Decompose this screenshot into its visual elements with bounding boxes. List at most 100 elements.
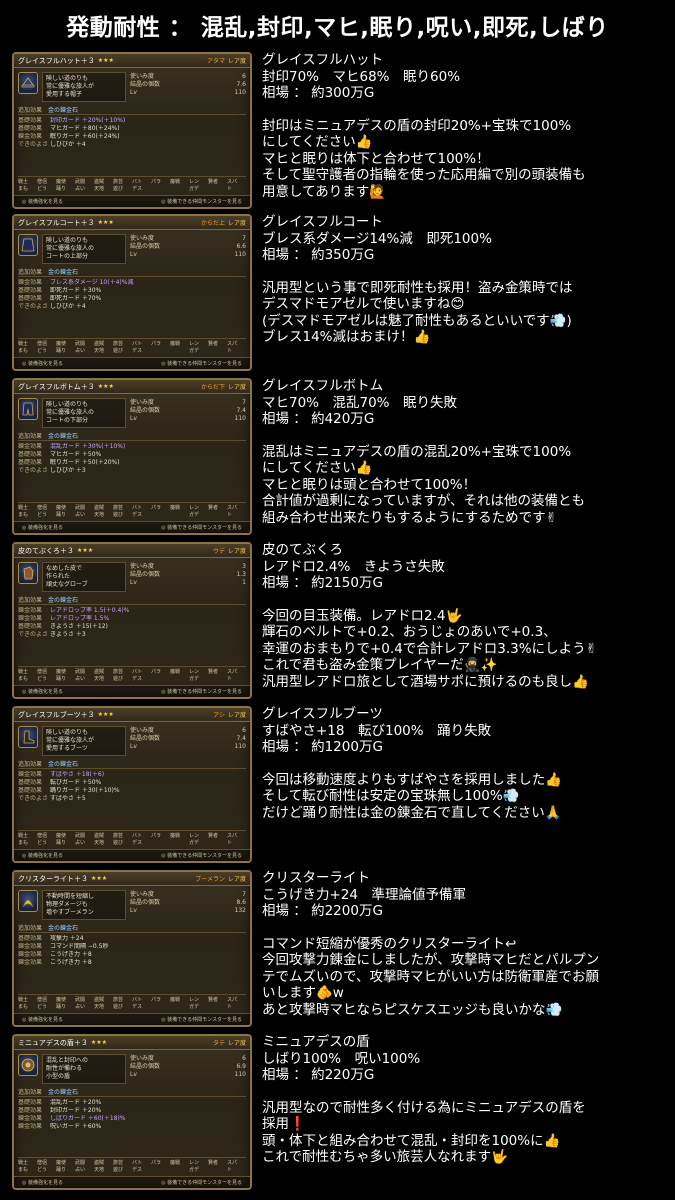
view-monsters-button[interactable]: ◎ 装備できる仲間モンスターを見る	[161, 524, 242, 531]
stat-label: 結晶の個数	[130, 81, 161, 88]
item-stats: 使いみ度 6 結晶の個数 6.9 Lv 110	[130, 1054, 246, 1084]
job-label: 遊び	[113, 1167, 124, 1173]
view-monsters-button[interactable]: ◎ 装備できる仲間モンスターを見る	[161, 852, 242, 859]
effect-value: 転びガード ＋50%	[50, 779, 102, 786]
job-label: バト	[132, 179, 143, 185]
rarity-stars: ★★★	[97, 219, 114, 226]
effect-value: 即死ガード ＋30%	[50, 287, 102, 294]
commentary-line: 相場 ： 約1200万G	[262, 739, 383, 755]
description-line: 耐性が備わる	[46, 1065, 83, 1072]
job-label: バト	[132, 669, 143, 675]
view-monsters-button[interactable]: ◎ 装備できる仲間モンスターを見る	[161, 198, 242, 205]
effect-value: レアドロップ率 1.5%	[50, 615, 110, 622]
item-info: 険しい道のりも 常に優雅な旅人の コートの上部分 使いみ度 7 結晶の個数 6.6 Lv 110	[14, 230, 250, 264]
commentary-line: これで君も盗み金策プレイヤーだ🥷✨	[262, 657, 498, 673]
view-monsters-button[interactable]: ◎ 装備できる仲間モンスターを見る	[161, 688, 242, 695]
effect-value: きようさ ＋3	[50, 631, 86, 638]
commentary-line: グレイスフルボトム	[262, 378, 384, 394]
item-effects: 基礎効果 混乱ガード ＋20% 基礎効果 封印ガード ＋20% 錬金効果 しばりガード ＋…	[18, 1099, 246, 1131]
job-label: スパ	[227, 341, 238, 347]
job-label: 旅芸	[113, 179, 124, 185]
job-label: 踊り	[56, 1004, 67, 1010]
job-label: 盗賊	[94, 833, 105, 839]
job-label: 僧侶	[37, 669, 48, 675]
commentary-line: デスマドモアゼルで使いますね😊	[262, 296, 465, 312]
job-label: スパ	[227, 179, 238, 185]
view-upgrade-button[interactable]: ◎ 装備強化を見る	[22, 1016, 63, 1023]
commentary-line: にしてください👍	[262, 134, 373, 150]
commentary-line: ブレス14%減はおまけ！👍	[262, 329, 431, 345]
item-detail-panel: 皮のてぶくろ＋３ ★★★ ウデ レア度 なめした皮で 作られた 頑丈なグローブ 使いみ度 3 結晶…	[12, 542, 252, 699]
view-upgrade-button[interactable]: ◎ 装備強化を見る	[22, 852, 63, 859]
panel-footer: ◎ 装備強化を見る ◎ 装備できる仲間モンスターを見る	[14, 357, 250, 369]
commentary-line: いします🫵w	[262, 985, 344, 1001]
description-line: 作られた	[46, 573, 71, 580]
rarity-label: レア度	[227, 220, 246, 227]
job-label: どう	[37, 512, 48, 518]
job-label: 武闘	[75, 179, 86, 185]
stat-row: 使いみ度 6	[130, 1055, 246, 1063]
stat-row: Lv 110	[130, 251, 246, 259]
item-effects: 錬金効果 レアドロップ率 1.5(＋0.4)% 錬金効果 レアドロップ率 1.5% 基礎…	[18, 607, 246, 639]
stat-value: 132	[234, 907, 246, 914]
commentary-line: そして聖守護者の指輪を使った応用編で別の頭装備も	[262, 167, 586, 183]
effect-value: コマンド間隔 −0.5秒	[50, 943, 109, 950]
job-label: 賢者	[208, 341, 219, 347]
item-icon	[18, 234, 38, 256]
view-upgrade-button[interactable]: ◎ 装備強化を見る	[22, 1179, 63, 1186]
stat-row: Lv 1	[130, 579, 246, 587]
effect-value: しひびか ＋4	[50, 141, 86, 148]
effect-row: 基礎効果 踊りガード ＋30(＋10)%	[18, 787, 246, 795]
job-label: 占い	[75, 840, 86, 846]
effect-label: 錬金効果	[18, 443, 43, 450]
stat-label: 結晶の個数	[130, 1063, 161, 1070]
view-upgrade-button[interactable]: ◎ 装備強化を見る	[22, 198, 63, 205]
item-info: 不動時間を短縮し 物理ダメージも 増やすブーメラン 使いみ度 7 結晶の個数 8.6 Lv 13…	[14, 886, 250, 920]
panel-footer: ◎ 装備強化を見る ◎ 装備できる仲間モンスターを見る	[14, 521, 250, 533]
effect-value: 混乱ガード ＋20%	[50, 1099, 102, 1106]
effect-row: できのよさ すばやさ ＋5	[18, 795, 246, 803]
item-description: 険しい道のりも 常に優雅な旅人が 愛用するブーツ	[42, 726, 126, 756]
job-grid: 戦士 僧侶 魔使 武闘 盗賊 旅芸 バト パラ 魔戦 レン 賢者 スパ まも どう 踊り 占い 天地 遊び デス ガデ…	[18, 830, 246, 847]
job-grid: 戦士 僧侶 魔使 武闘 盗賊 旅芸 バト パラ 魔戦 レン 賢者 スパ まも どう 踊り 占い 天地 遊び デス ガデ…	[18, 994, 246, 1011]
page-title: 発動耐性 ： 混乱,封印,マヒ,眠り,呪い,即死,しばり	[0, 0, 675, 50]
job-label: バト	[132, 833, 143, 839]
job-label: 戦士	[18, 669, 29, 675]
commentary-line: 頭・体下と組み合わせて混乱・封印を100%に👍	[262, 1132, 561, 1149]
effect-label: 基礎効果	[18, 935, 43, 942]
effect-row: 基礎効果 混乱ガード ＋20%	[18, 1099, 246, 1107]
slot-row: 追加効果 金の錬金石	[18, 923, 246, 933]
panel-footer: ◎ 装備強化を見る ◎ 装備できる仲間モンスターを見る	[14, 849, 250, 861]
item-description: 険しい道のりも 常に優雅な旅人の コートの上部分	[42, 234, 126, 264]
commentary-line: これで耐性むちゃ多い旅芸人なれます🤟	[262, 1149, 508, 1165]
job-label: 踊り	[56, 840, 67, 846]
view-monsters-button[interactable]: ◎ 装備できる仲間モンスターを見る	[161, 1179, 242, 1186]
stat-row: Lv 132	[130, 907, 246, 915]
stat-value: 110	[234, 89, 246, 96]
view-upgrade-button[interactable]: ◎ 装備強化を見る	[22, 524, 63, 531]
view-monsters-button[interactable]: ◎ 装備できる仲間モンスターを見る	[161, 1016, 242, 1023]
panel-footer: ◎ 装備強化を見る ◎ 装備できる仲間モンスターを見る	[14, 685, 250, 697]
item-titlebar: グレイスフルブーツ＋３ ★★★ アシ レア度	[14, 708, 250, 722]
stat-label: 使いみ度	[130, 563, 155, 570]
view-upgrade-button[interactable]: ◎ 装備強化を見る	[22, 360, 63, 367]
stat-row: 結晶の個数 7.6	[130, 81, 246, 89]
stat-label: Lv	[130, 579, 137, 586]
effect-value: 呪いガード ＋60%	[50, 1123, 102, 1130]
item-name: クリスターライト＋３	[18, 874, 88, 883]
view-monsters-button[interactable]: ◎ 装備できる仲間モンスターを見る	[161, 360, 242, 367]
job-label: 僧侶	[37, 179, 48, 185]
view-upgrade-button[interactable]: ◎ 装備強化を見る	[22, 688, 63, 695]
commentary-line: 相場 ： 約2150万G	[262, 575, 383, 591]
job-grid: 戦士 僧侶 魔使 武闘 盗賊 旅芸 バト パラ 魔戦 レン 賢者 スパ まも どう 踊り 占い 天地 遊び デス ガデ…	[18, 666, 246, 683]
description-line: 険しい道のりも	[46, 237, 89, 244]
effect-value: しばりガード ＋60(＋18)%	[50, 1115, 126, 1122]
stat-label: 使いみ度	[130, 235, 155, 242]
item-rarity: ウデ レア度	[213, 546, 246, 555]
job-label: 魔戦	[170, 505, 181, 511]
effect-label: 基礎効果	[18, 1099, 43, 1106]
job-label: 天地	[94, 1004, 105, 1010]
job-label: 占い	[75, 676, 86, 682]
